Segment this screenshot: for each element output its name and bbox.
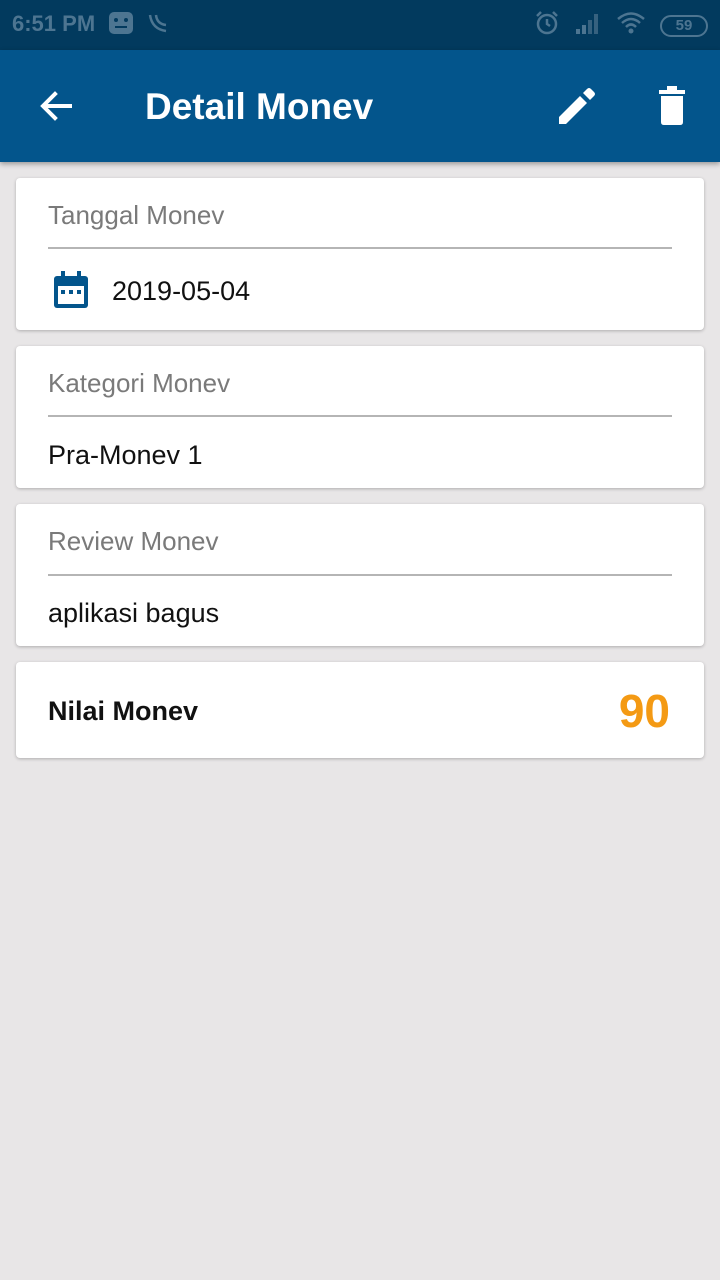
- signal-arc-icon: [146, 11, 170, 40]
- battery-icon: 59: [660, 14, 708, 37]
- cell-signal-icon: [574, 11, 602, 40]
- back-button[interactable]: [34, 84, 78, 128]
- nilai-label: Nilai Monev: [48, 696, 199, 726]
- nilai-card: Nilai Monev 90: [16, 662, 704, 758]
- edit-button[interactable]: [554, 84, 598, 128]
- app-bar: Detail Monev: [0, 50, 720, 162]
- back-arrow-icon: [40, 91, 72, 121]
- status-bar: 6:51 PM 59: [0, 0, 720, 50]
- alarm-icon: [534, 10, 560, 41]
- nilai-value: 90: [618, 685, 670, 737]
- tanggal-value: 2019-05-04: [112, 276, 251, 306]
- kategori-value: Pra-Monev 1: [48, 440, 203, 470]
- status-time: 6:51 PM: [12, 11, 96, 36]
- kategori-label: Kategori Monev: [48, 368, 231, 398]
- wifi-icon: [616, 11, 646, 40]
- edit-pencil-icon: [559, 88, 595, 124]
- app-notification-icon: [108, 11, 134, 40]
- trash-icon: [659, 86, 685, 125]
- review-card: Review Monev aplikasi bagus: [16, 504, 704, 646]
- divider: [48, 574, 672, 576]
- divider: [48, 415, 672, 417]
- status-right-icons: 59: [534, 10, 708, 41]
- calendar-icon: [54, 271, 88, 308]
- tanggal-label: Tanggal Monev: [48, 200, 225, 230]
- tanggal-card: Tanggal Monev 2019-05-04: [16, 178, 704, 330]
- delete-button[interactable]: [650, 84, 694, 128]
- divider: [48, 247, 672, 249]
- status-left-icons: [108, 11, 170, 40]
- review-label: Review Monev: [48, 526, 219, 556]
- page-title: Detail Monev: [145, 86, 374, 127]
- battery-level: 59: [675, 17, 693, 34]
- review-value: aplikasi bagus: [48, 598, 220, 628]
- kategori-card: Kategori Monev Pra-Monev 1: [16, 346, 704, 488]
